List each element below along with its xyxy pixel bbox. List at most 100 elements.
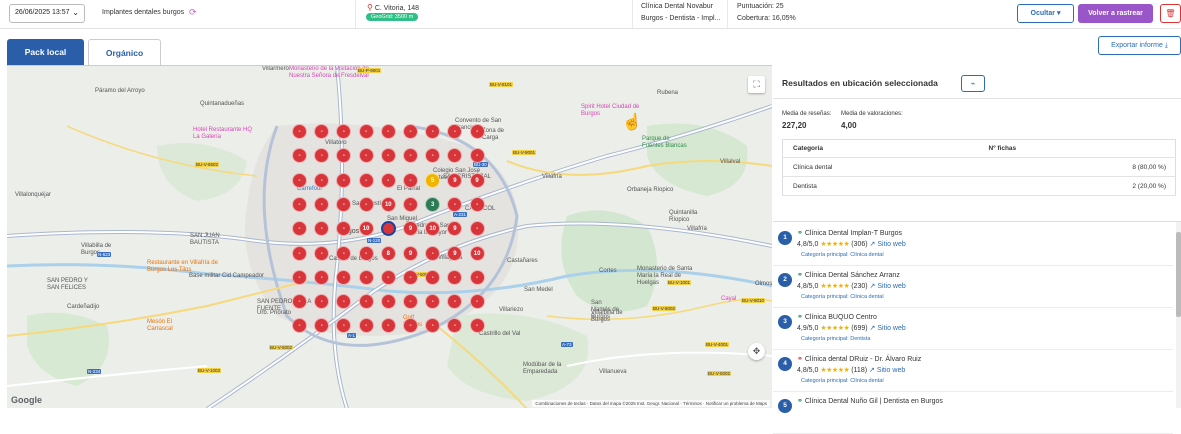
rating-row: 4,9/5,0 ★★★★★ (699) ↗ Sitio web [797, 324, 906, 332]
map-label: Rubena [657, 90, 679, 96]
grid-rank-dot[interactable]: - [380, 124, 396, 139]
grid-rank-dot[interactable]: - [314, 172, 330, 188]
scrollbar-thumb[interactable] [1176, 232, 1181, 317]
grid-rank-dot[interactable]: - [358, 269, 374, 285]
grid-rank-dot[interactable]: - [469, 124, 485, 139]
list-item[interactable]: 5 ⚭ Clínica Dental Nuño Gil | Dentista en… [773, 392, 1173, 434]
grid-rank-dot[interactable]: - [358, 294, 374, 310]
grid-rank-dot[interactable]: - [469, 221, 485, 237]
grid-rank-dot[interactable]: - [358, 172, 374, 188]
grid-rank-dot[interactable]: 8 [380, 245, 396, 261]
pin-icon: ⚲ [367, 3, 373, 12]
grid-rank-dot[interactable]: - [380, 294, 396, 310]
grid-rank-dot[interactable]: - [292, 245, 307, 261]
map-label: Villarmero [262, 66, 289, 72]
rating-row: 4,8/5,0 ★★★★★ (306) ↗ Sitio web [797, 240, 906, 248]
grid-rank-dot[interactable]: - [292, 124, 307, 139]
map-label: Olmos [755, 281, 772, 287]
business-name: Clínica dental DRuiz - Dr. Álvaro Ruiz [804, 356, 922, 363]
list-item[interactable]: 1 ⚭ Clínica Dental Implan-T Burgos 4,8/5,… [773, 224, 1173, 266]
grid-rank-dot[interactable]: 9 [447, 172, 463, 188]
rating-value: 4,8/5,0 [797, 241, 819, 248]
delete-button[interactable]: 🗑 [1160, 4, 1181, 23]
grid-rank-dot[interactable]: - [292, 196, 307, 212]
grid-rank-dot[interactable]: 9 [403, 245, 418, 261]
grid-rank-dot[interactable]: - [380, 172, 396, 188]
website-link[interactable]: ↗ Sitio web [870, 283, 906, 290]
grid-rank-dot[interactable]: - [403, 124, 418, 139]
grid-rank-dot[interactable]: - [314, 269, 330, 285]
address: ⚲ C. Vitoria, 148 [367, 3, 419, 12]
grid-rank-dot[interactable]: - [425, 245, 441, 261]
website-link[interactable]: ↗ Sitio web [870, 325, 906, 332]
table-cell-category: Dentista [782, 176, 979, 196]
trend-chart-button[interactable]: ⌁ [961, 75, 985, 92]
grid-rank-dot[interactable]: - [403, 172, 418, 188]
retrack-button[interactable]: Volver a rastrear [1078, 4, 1153, 23]
score-text: Puntuación: 25 [737, 3, 784, 10]
external-link-icon: ↗ [869, 367, 875, 374]
grid-rank-dot[interactable]: - [469, 269, 485, 285]
map-label: Villatoro [325, 140, 347, 146]
fullscreen-icon[interactable]: ⛶ [748, 76, 765, 93]
pegman-icon[interactable]: ✥ [748, 343, 765, 360]
grid-rank-dot[interactable]: 10 [469, 245, 485, 261]
website-link[interactable]: ↗ Sitio web [869, 367, 905, 374]
grid-rank-dot[interactable]: - [336, 172, 352, 188]
grid-rank-dot[interactable]: 9 [447, 245, 463, 261]
results-scrollbar[interactable] [1176, 222, 1181, 408]
tab-organico[interactable]: Orgánico [88, 39, 161, 65]
grid-rank-dot[interactable]: - [358, 196, 374, 212]
grid-rank-dot[interactable]: - [358, 124, 374, 139]
grid-rank-dot[interactable]: - [358, 318, 374, 334]
coverage-text: Cobertura: 16,05% [737, 15, 796, 22]
grid-rank-dot[interactable]: - [469, 148, 485, 164]
hide-button[interactable]: Ocultar ▾ [1017, 4, 1074, 23]
grid-rank-dot[interactable]: - [292, 269, 307, 285]
export-report-button[interactable]: Exportar informe ⤓ [1098, 36, 1181, 55]
list-item[interactable]: 2 ⚭ Clínica Dental Sánchez Arranz 4,8/5,0… [773, 266, 1173, 308]
map-attribution[interactable]: Combinaciones de teclas · Datos del mapa… [532, 400, 770, 407]
list-item[interactable]: 3 ⚭ Clínica BUQUO Centro 4,9/5,0 ★★★★★ (6… [773, 308, 1173, 350]
grid-rank-dot[interactable]: - [314, 196, 330, 212]
website-link[interactable]: ↗ Sitio web [870, 241, 906, 248]
grid-rank-dot[interactable]: - [469, 294, 485, 310]
business-link[interactable]: ⚭ Clínica Dental Implan-T Burgos [797, 229, 902, 237]
grid-rank-dot[interactable]: 10 [358, 221, 374, 237]
road-badge: BU-V-1003 [197, 368, 222, 373]
grid-rank-dot[interactable]: - [380, 269, 396, 285]
grid-rank-dot[interactable]: - [292, 172, 307, 188]
grid-rank-dot[interactable]: - [469, 196, 485, 212]
business-link[interactable]: ⚭ Clínica Dental Sánchez Arranz [797, 271, 900, 279]
business-link[interactable]: ⚭ Clínica Dental Nuño Gil | Dentista en B… [797, 397, 943, 405]
grid-rank-dot[interactable]: 10 [380, 196, 396, 212]
grid-rank-dot[interactable]: 3 [425, 196, 441, 212]
grid-rank-dot[interactable]: 9 [469, 172, 485, 188]
refresh-icon[interactable]: ⟳ [189, 7, 197, 18]
link-icon: ⚭ [797, 272, 803, 279]
business-location-pin[interactable] [380, 221, 396, 237]
tab-pack-local[interactable]: Pack local [7, 39, 84, 65]
grid-rank-dot[interactable]: - [403, 269, 418, 285]
grid-rank-dot[interactable]: - [336, 245, 352, 261]
map-label: SAN PEDRO Y SAN FELICES [47, 278, 88, 291]
road-badge: N-120 [367, 238, 382, 243]
grid-rank-dot[interactable]: - [292, 294, 307, 310]
grid-rank-dot[interactable]: - [358, 245, 374, 261]
grid-rank-dot[interactable]: - [403, 294, 418, 310]
link-icon: ⚭ [797, 398, 803, 405]
grid-rank-dot[interactable]: - [314, 245, 330, 261]
grid-rank-dot[interactable]: - [425, 269, 441, 285]
business-link[interactable]: ⚭ Clínica dental DRuiz - Dr. Álvaro Ruiz [797, 355, 921, 363]
results-title: Resultados en ubicación seleccionada [782, 78, 938, 88]
list-item[interactable]: 4 ⚭ Clínica dental DRuiz - Dr. Álvaro Rui… [773, 350, 1173, 392]
grid-rank-dot[interactable]: - [403, 196, 418, 212]
grid-rank-dot[interactable]: - [358, 148, 374, 164]
map[interactable]: Villarmero Monasterio de la Visitación de… [7, 65, 772, 408]
grid-rank-dot[interactable]: - [380, 148, 396, 164]
grid-rank-dot[interactable]: - [469, 318, 485, 334]
business-link[interactable]: ⚭ Clínica BUQUO Centro [797, 313, 877, 321]
date-select[interactable]: 26/06/2025 13:57 ⌄ [9, 4, 85, 23]
grid-rank-dot[interactable]: 5 [425, 172, 441, 188]
road-badge: A-1 [347, 333, 357, 338]
